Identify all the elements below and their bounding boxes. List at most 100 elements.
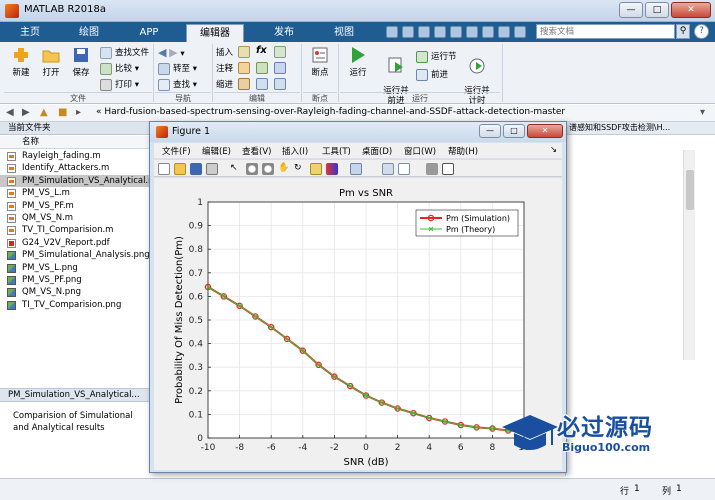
menu-window[interactable]: 窗口(W) [404,145,436,157]
help-icon[interactable]: ? [694,24,709,39]
find-button[interactable]: 查找 ▾ [158,78,197,91]
tab-home[interactable]: 主页 [10,24,50,42]
tab-plots[interactable]: 绘图 [68,24,110,42]
breakpoints-button[interactable]: 断点 [306,46,334,78]
paste-icon[interactable] [434,26,446,38]
current-folder-path[interactable]: « Hard-fusion-based-spectrum-sensing-ove… [96,107,565,117]
menu-desktop[interactable]: 桌面(D) [362,145,392,157]
comment-icon[interactable] [238,62,250,74]
decrease-indent-icon[interactable] [274,78,286,90]
new-figure-icon[interactable] [158,163,170,175]
figure-title-bar[interactable]: Figure 1 — □ ✕ [150,122,566,142]
close-button[interactable]: ✕ [527,124,563,138]
tab-editor[interactable]: 编辑器 [186,24,244,42]
file-item-selected[interactable]: PM_Simulation_VS_Analytical.m [0,174,152,188]
cut-icon[interactable] [402,26,414,38]
comment-button[interactable]: 注释 [216,62,233,74]
colorbar-icon[interactable] [382,163,394,175]
tab-view[interactable]: 视图 [322,24,366,42]
data-cursor-icon[interactable] [310,163,322,175]
insert-section-icon[interactable] [238,46,250,58]
maximize-button[interactable]: □ [503,124,525,138]
file-item[interactable]: PM_VS_PF.png [0,274,152,286]
find-files-button[interactable]: 查找文件 [100,46,149,59]
minimize-button[interactable]: — [619,2,643,18]
graduation-cap-logo [502,415,558,450]
file-item[interactable]: PM_Simulational_Analysis.png [0,249,152,261]
file-item[interactable]: PM_VS_L.png [0,262,152,274]
file-item[interactable]: PM_VS_PF.m [0,200,152,212]
minimize-button[interactable]: — [479,124,501,138]
save-figure-icon[interactable] [190,163,202,175]
wrap-comment-icon[interactable] [274,62,286,74]
file-item[interactable]: QM_VS_N.png [0,286,152,298]
copy-icon[interactable] [418,26,430,38]
pointer-icon[interactable]: ↖ [230,163,242,175]
search-icon[interactable]: ⚲ [676,24,690,39]
vertical-scrollbar[interactable] [683,150,695,360]
new-button[interactable]: 新建 [8,46,34,78]
file-item[interactable]: Rayleigh_fading.m [0,150,152,162]
run-button[interactable]: 运行 [344,46,372,78]
file-item[interactable]: TI_TV_Comparision.png [0,299,152,311]
search-docs-input[interactable]: 搜索文档 [536,24,675,39]
insert-function-icon[interactable] [274,46,286,58]
maximize-button[interactable]: □ [645,2,669,18]
help-icon[interactable] [498,26,510,38]
redo-icon[interactable] [466,26,478,38]
file-item[interactable]: Identify_Attackers.m [0,162,152,174]
rotate-3d-icon[interactable]: ↻ [294,163,306,175]
tab-publish[interactable]: 发布 [258,24,310,42]
print-button[interactable]: 打印 ▾ [100,78,139,91]
undo-icon[interactable] [450,26,462,38]
switch-windows-icon[interactable] [482,26,494,38]
open-file-icon[interactable] [174,163,186,175]
dock-icon[interactable]: ↘ [550,145,557,155]
folder-up-icon[interactable]: ▲ [40,107,48,118]
scrollbar-thumb[interactable] [686,170,694,210]
smart-indent-icon[interactable] [238,78,250,90]
nav-arrows[interactable]: ◀ ▶ ▾ [158,46,185,59]
file-item[interactable]: PM_VS_L.m [0,187,152,199]
menu-file[interactable]: 文件(F) [162,145,191,157]
back-icon[interactable]: ◀ [6,107,14,118]
zoom-out-icon[interactable] [262,163,274,175]
editor-tab[interactable]: 谱感知和SSDF攻击检测\H... [565,122,715,135]
compare-button[interactable]: 比较 ▾ [100,62,139,75]
file-item[interactable]: G24_V2V_Report.pdf [0,237,152,249]
path-dropdown-icon[interactable]: ▾ [700,107,705,118]
zoom-in-icon[interactable] [246,163,258,175]
menu-help[interactable]: 帮助(H) [448,145,478,157]
menu-view[interactable]: 查看(V) [242,145,271,157]
save-button[interactable]: 保存 [68,46,94,78]
pan-hand-icon[interactable]: ✋ [278,163,290,175]
advance-button[interactable]: 前进 [416,68,448,81]
file-item[interactable]: TV_TI_Comparision.m [0,224,152,236]
name-column-header[interactable]: 名称 [0,136,152,149]
menu-tools[interactable]: 工具(T) [322,145,351,157]
dropdown-icon[interactable] [514,26,526,38]
link-plot-icon[interactable] [350,163,362,175]
legend-icon[interactable] [398,163,410,175]
tab-apps[interactable]: APP [126,24,172,42]
show-plot-tools-icon[interactable] [442,163,454,175]
browse-folder-icon[interactable]: ■ [58,107,67,118]
indent-button[interactable]: 缩进 [216,78,233,90]
menu-edit[interactable]: 编辑(E) [202,145,231,157]
forward-icon[interactable]: ▶ [22,107,30,118]
open-button[interactable]: 打开 [38,46,64,78]
details-title[interactable]: PM_Simulation_VS_Analytical... [0,388,152,402]
increase-indent-icon[interactable] [256,78,268,90]
hide-plot-tools-icon[interactable] [426,163,438,175]
insert-button[interactable]: 插入 [216,46,233,58]
goto-button[interactable]: 转至 ▾ [158,62,197,75]
menu-insert[interactable]: 插入(I) [282,145,308,157]
close-button[interactable]: ✕ [671,2,711,18]
save-icon[interactable] [386,26,398,38]
fx-icon[interactable]: fx [256,45,267,56]
file-item[interactable]: QM_VS_N.m [0,212,152,224]
uncomment-icon[interactable] [256,62,268,74]
print-figure-icon[interactable] [206,163,218,175]
run-section-button[interactable]: 运行节 [416,50,457,63]
brush-icon[interactable] [326,163,338,175]
